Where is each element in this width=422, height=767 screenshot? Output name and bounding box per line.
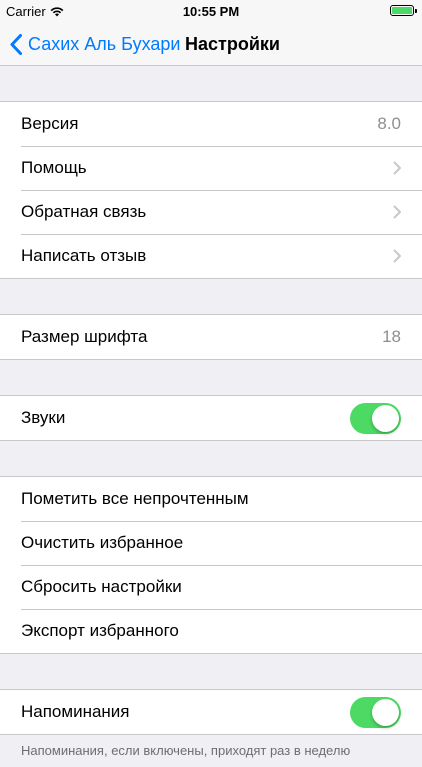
review-row[interactable]: Написать отзыв <box>0 234 422 278</box>
version-value: 8.0 <box>377 114 401 133</box>
battery-fill <box>392 7 412 14</box>
reminders-note: Напоминания, если включены, приходят раз… <box>21 743 351 758</box>
toggle-knob <box>372 698 399 726</box>
page-title: Настройки <box>185 34 280 54</box>
sound-group: Звуки <box>0 395 422 441</box>
sounds-toggle[interactable] <box>350 402 401 434</box>
back-button[interactable]: Сахих Аль Бухари <box>10 22 180 66</box>
font-group: Размер шрифта 18 <box>0 314 422 360</box>
help-row[interactable]: Помощь <box>0 146 422 190</box>
reminders-group: Напоминания <box>0 689 422 735</box>
actions-group: Пометить все непрочтенным Очистить избра… <box>0 476 422 654</box>
clock: 10:55 PM <box>182 4 240 19</box>
clear-favorites-label: Очистить избранное <box>21 533 184 552</box>
chevron-right-icon <box>393 205 401 219</box>
chevron-left-icon <box>10 33 22 55</box>
font-size-row[interactable]: Размер шрифта 18 <box>0 315 422 359</box>
sounds-row: Звуки <box>0 396 422 440</box>
toggle-knob <box>372 404 399 432</box>
mark-unread-label: Пометить все непрочтенным <box>21 489 249 508</box>
status-bar: Carrier 10:55 PM <box>0 0 422 22</box>
font-size-value: 18 <box>382 327 401 346</box>
clear-favorites-row[interactable]: Очистить избранное <box>0 521 422 565</box>
back-button-label: Сахих Аль Бухари <box>28 33 181 54</box>
review-label: Написать отзыв <box>21 246 147 265</box>
export-favorites-label: Экспорт избранного <box>21 621 179 640</box>
version-label: Версия <box>21 114 79 133</box>
chevron-right-icon <box>393 161 401 175</box>
export-favorites-row[interactable]: Экспорт избранного <box>0 609 422 653</box>
font-size-label: Размер шрифта <box>21 327 148 346</box>
reminders-row: Напоминания <box>0 690 422 734</box>
chevron-right-icon <box>393 249 401 263</box>
version-row: Версия 8.0 <box>0 102 422 146</box>
sounds-label: Звуки <box>21 408 66 427</box>
reset-settings-row[interactable]: Сбросить настройки <box>0 565 422 609</box>
info-group: Версия 8.0 Помощь Обратная связь Написат… <box>0 101 422 279</box>
reset-settings-label: Сбросить настройки <box>21 577 182 596</box>
mark-unread-row[interactable]: Пометить все непрочтенным <box>0 477 422 521</box>
navigation-bar: Сахих Аль Бухари Настройки <box>0 22 422 66</box>
feedback-row[interactable]: Обратная связь <box>0 190 422 234</box>
battery-icon <box>390 5 417 16</box>
reminders-toggle[interactable] <box>350 696 401 728</box>
feedback-label: Обратная связь <box>21 202 147 221</box>
reminders-label: Напоминания <box>21 702 130 721</box>
help-label: Помощь <box>21 158 87 177</box>
